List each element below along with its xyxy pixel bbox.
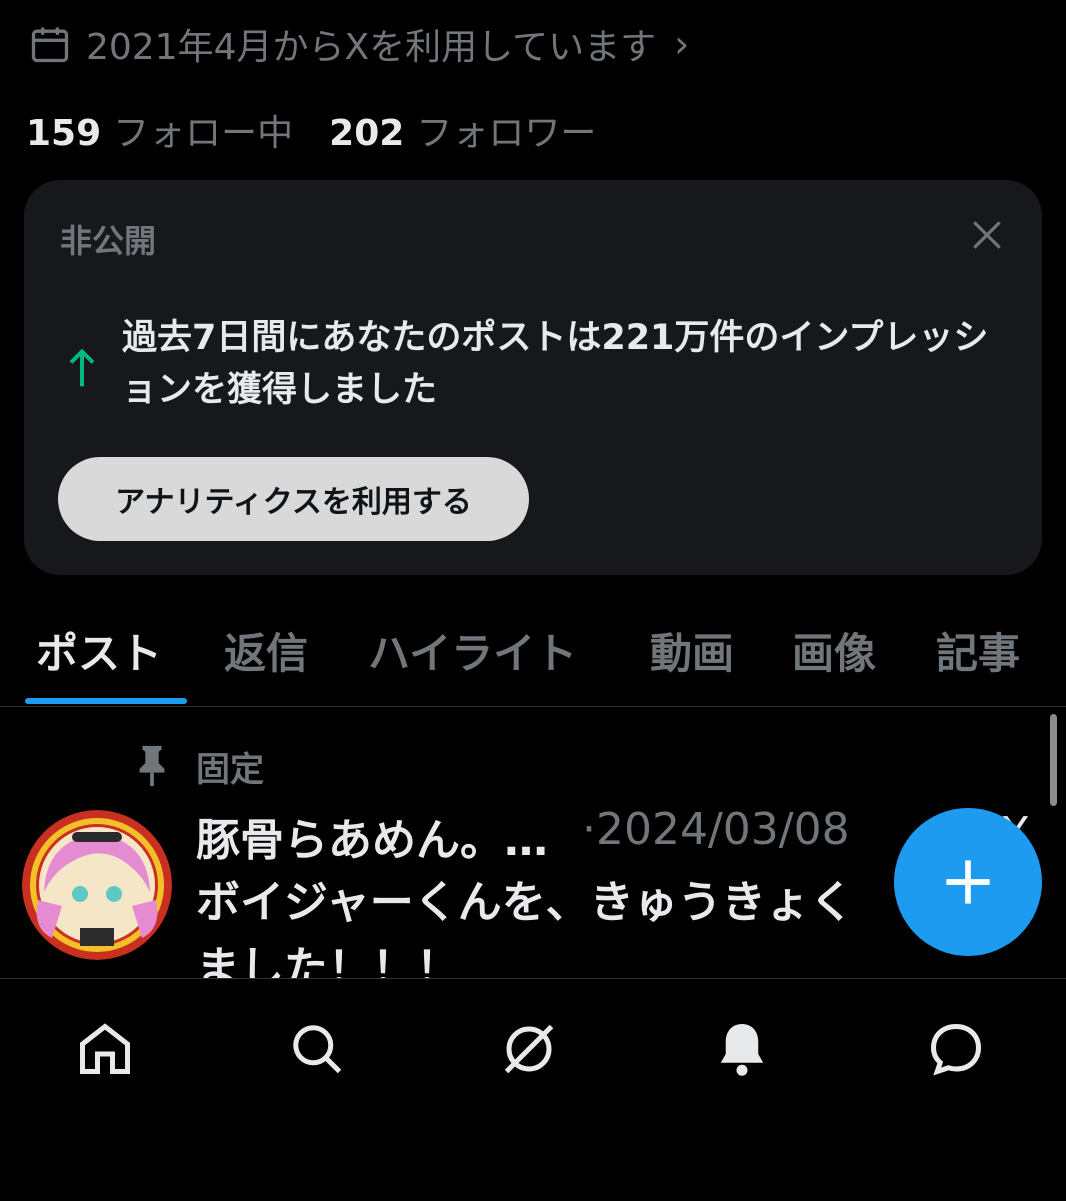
tab-images[interactable]: 画像 <box>792 620 876 681</box>
bell-icon[interactable] <box>712 1019 772 1079</box>
following-link[interactable]: 159 フォロー中 <box>26 104 293 156</box>
private-label: 非公開 <box>60 222 157 260</box>
followers-label: フォロワー <box>416 113 597 154</box>
post-date[interactable]: ·2024/03/08 <box>582 804 850 855</box>
compose-button[interactable] <box>894 808 1042 956</box>
tab-articles[interactable]: 記事 <box>936 620 1020 681</box>
following-label: フォロー中 <box>113 113 294 154</box>
bottom-nav <box>0 978 1066 1201</box>
tab-posts[interactable]: ポスト <box>36 620 162 681</box>
tab-replies[interactable]: 返信 <box>224 620 308 681</box>
calendar-icon <box>31 27 69 63</box>
followers-count: 202 <box>329 113 405 154</box>
tab-highlights[interactable]: ハイライト <box>368 620 577 681</box>
following-count: 159 <box>26 113 102 154</box>
close-icon[interactable] <box>968 216 1006 254</box>
impressions-message: 過去7日間にあなたのポストは221万件のインプレッションを獲得しました <box>122 318 989 410</box>
messages-icon[interactable] <box>926 1019 986 1079</box>
plus-icon <box>946 860 990 904</box>
joined-date[interactable]: 2021年4月からXを利用しています › <box>28 18 689 70</box>
followers-link[interactable]: 202 フォロワー <box>329 104 596 156</box>
analytics-card: 非公開 過去7日間にあなたのポストは221万件のインプレッションを獲得しました … <box>24 180 1042 575</box>
analytics-button[interactable]: アナリティクスを利用する <box>58 457 529 541</box>
arrow-up-icon <box>69 348 95 387</box>
pin-icon <box>139 745 165 787</box>
active-tab-indicator <box>25 698 187 704</box>
pinned-label: 固定 <box>196 750 264 790</box>
post-author[interactable]: 豚骨らあめん。… <box>196 804 548 868</box>
tab-videos[interactable]: 動画 <box>650 620 734 681</box>
chevron-right-icon: › <box>674 22 690 66</box>
grok-icon[interactable] <box>499 1019 559 1079</box>
follow-stats: 159 フォロー中 202 フォロワー <box>26 104 596 156</box>
search-icon[interactable] <box>287 1019 347 1079</box>
home-icon[interactable] <box>75 1019 135 1079</box>
avatar[interactable] <box>22 810 172 960</box>
joined-text: 2021年4月からXを利用しています <box>86 27 657 68</box>
profile-tabs: ポスト 返信 ハイライト 動画 画像 記事 <box>0 602 1066 707</box>
scrollbar[interactable] <box>1050 714 1057 806</box>
